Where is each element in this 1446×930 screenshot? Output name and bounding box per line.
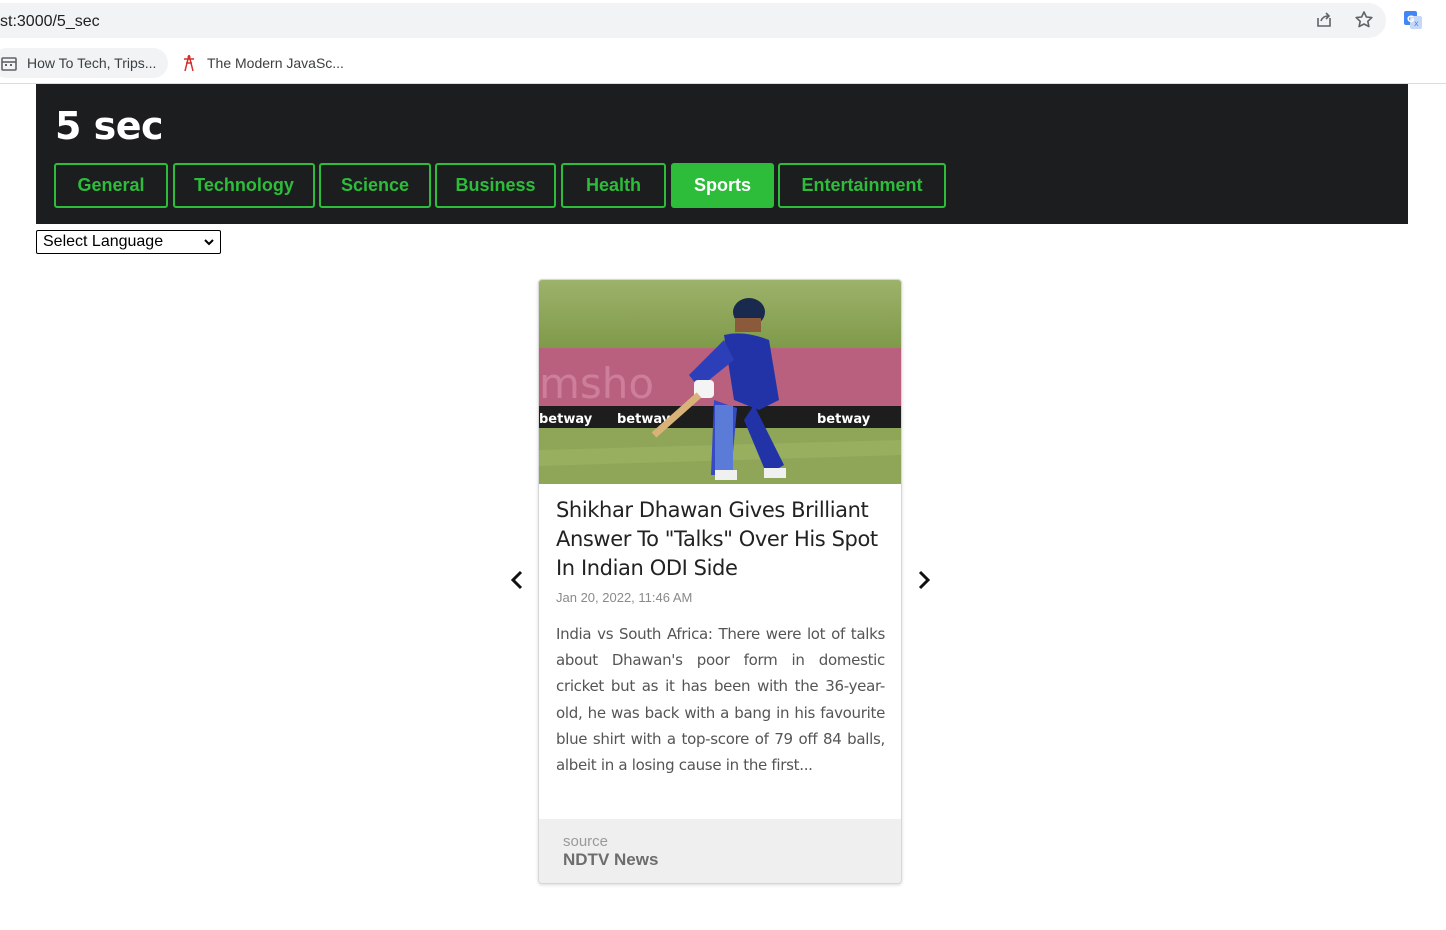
category-business-button[interactable]: Business [435,163,556,208]
article-date: Jan 20, 2022, 11:46 AM [556,590,693,605]
bookmark-how-to-tech[interactable]: How To Tech, Trips... [0,48,168,78]
source-label: source [563,833,609,850]
svg-text:betway: betway [539,412,593,427]
category-general-button[interactable]: General [54,163,168,208]
address-text[interactable]: st:3000/5_sec [0,13,100,31]
calendar-icon [0,54,18,72]
svg-text:betway: betway [817,412,871,427]
svg-text:x: x [1414,19,1419,28]
category-health-button[interactable]: Health [561,163,666,208]
language-select[interactable]: Select Language [36,230,221,254]
article-description: India vs South Africa: There were lot of… [556,625,885,775]
modern-js-icon [180,54,198,72]
article-card[interactable]: msho betway betway betway Shikhar Dhawan… [538,279,902,884]
address-bar[interactable]: st:3000/5_sec [0,3,1386,38]
browser-toolbar: st:3000/5_sec Gx [0,0,1446,42]
google-translate-icon[interactable]: Gx [1402,9,1424,31]
article-image[interactable]: msho betway betway betway [539,280,901,484]
chevron-down-icon [202,235,216,254]
chevron-left-icon [510,570,523,590]
chevron-right-icon [918,570,931,590]
category-science-button[interactable]: Science [319,163,431,208]
previous-article-button[interactable] [505,568,529,592]
article-title[interactable]: Shikhar Dhawan Gives Brilliant Answer To… [556,496,888,583]
app-header: 5 sec General Technology Science Busines… [36,84,1408,224]
source-name[interactable]: NDTV News [563,850,658,870]
share-icon[interactable] [1313,9,1335,31]
category-sports-button[interactable]: Sports [671,163,774,208]
next-article-button[interactable] [912,568,936,592]
bookmarks-bar: How To Tech, Trips... The Modern JavaSc.… [0,42,1446,84]
category-technology-button[interactable]: Technology [173,163,315,208]
category-entertainment-button[interactable]: Entertainment [778,163,946,208]
article-source-footer: source NDTV News [539,819,901,883]
bookmark-label: The Modern JavaSc... [207,55,344,71]
svg-text:msho: msho [539,359,654,408]
app-title[interactable]: 5 sec [55,104,164,148]
bookmark-modern-javascript[interactable]: The Modern JavaSc... [180,48,344,78]
bookmark-label: How To Tech, Trips... [27,55,157,71]
language-select-value: Select Language [43,233,164,250]
star-icon[interactable] [1353,9,1375,31]
